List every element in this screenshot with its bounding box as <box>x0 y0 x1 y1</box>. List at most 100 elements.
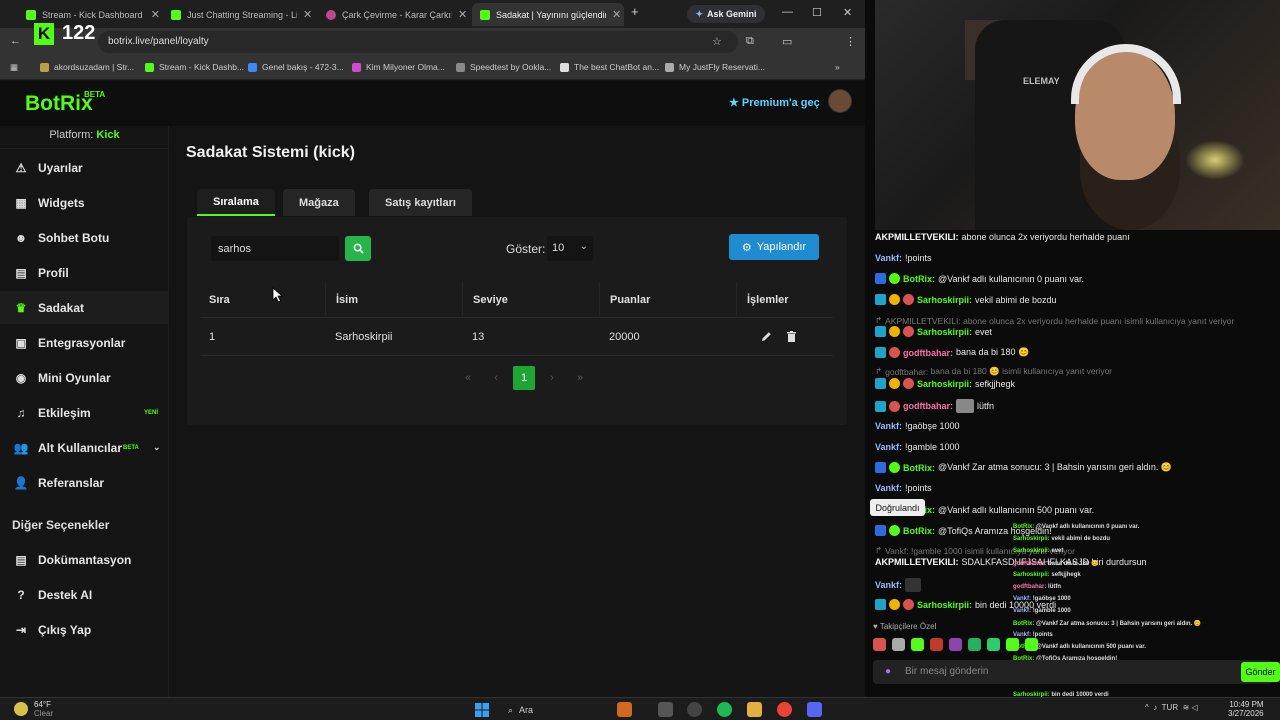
taskbar-search[interactable]: ⌕ Ara <box>500 701 600 719</box>
spotify-icon[interactable] <box>717 702 732 717</box>
tab-satis-kayitlari[interactable]: Satış kayıtları <box>369 189 472 216</box>
botrix-logo[interactable]: BotRix <box>25 92 93 116</box>
sidebar-item-referanslar[interactable]: 👤 Referanslar <box>0 466 169 499</box>
minimize-icon[interactable]: — <box>782 6 793 18</box>
cast-icon[interactable]: ▭ <box>782 35 792 48</box>
close-tab-icon[interactable]: ✕ <box>151 8 160 21</box>
file-explorer-icon[interactable] <box>747 702 762 717</box>
close-window-icon[interactable]: ✕ <box>843 6 852 19</box>
weather-widget[interactable]: 64°F Clear <box>34 700 53 718</box>
chat-message-input[interactable]: ● Bir mesaj gönderin <box>873 660 1273 684</box>
webcam-feed: ELEMAY <box>875 0 1280 230</box>
emote-bar <box>873 638 1038 651</box>
send-button[interactable]: Gönder <box>1241 662 1280 682</box>
column-header[interactable]: Puanlar <box>599 282 736 318</box>
bookmark-item[interactable]: My JustFly Reservati... <box>665 62 765 72</box>
emote-icon[interactable] <box>968 638 981 651</box>
verified-icon <box>889 273 900 284</box>
sidebar-item-uyarilar[interactable]: ⚠ Uyarılar <box>0 151 169 184</box>
page-size-select[interactable]: 10 ⌄ <box>547 236 593 261</box>
sidebar-item-dokumantasyon[interactable]: ▤ Dokümantasyon <box>0 543 169 576</box>
bookmark-item[interactable]: Stream - Kick Dashb... <box>145 62 244 72</box>
chat-reply-context: ↱ godftbahar: bana da bi 180 😊 isimli kul… <box>875 366 1113 377</box>
url-field[interactable]: botrix.live/panel/loyalty <box>98 31 738 53</box>
tab-magaza[interactable]: Mağaza <box>283 189 355 216</box>
search-input[interactable] <box>211 236 339 261</box>
chevron-up-icon[interactable]: ^ <box>1145 703 1149 712</box>
prev-page-button[interactable]: ‹ <box>485 366 507 390</box>
menu-dots-icon[interactable]: ⋮ <box>845 35 856 48</box>
clock[interactable]: 10:49 PM 3/27/2026 <box>1228 700 1264 718</box>
delete-trash-icon[interactable] <box>785 330 798 343</box>
more-bookmarks-icon[interactable]: » <box>835 62 840 72</box>
bookmark-item[interactable]: Speedtest by Ookla... <box>456 62 551 72</box>
sidebar-item-etkilesim[interactable]: ♫ Etkileşim YENİ <box>0 396 169 429</box>
back-icon[interactable]: ← <box>10 35 21 47</box>
bookmark-item[interactable]: Genel bakış - 472-3... <box>248 62 344 72</box>
browser-tab-cark-cevirme[interactable]: Çark Çevirme - Karar Çarkı! ✕ <box>318 3 468 26</box>
sidebar-item-sohbet-botu[interactable]: ☻ Sohbet Botu <box>0 221 169 254</box>
configure-button[interactable]: ⚙ Yapılandır <box>729 234 819 260</box>
extensions-icon[interactable]: ⧉ <box>746 35 754 48</box>
discord-icon[interactable] <box>807 702 822 717</box>
language-indicator[interactable]: TUR <box>1162 703 1178 712</box>
ask-gemini-button[interactable]: ✦ Ask Gemini <box>687 5 765 23</box>
taskbar-app-icon[interactable] <box>617 702 632 717</box>
edit-pencil-icon[interactable] <box>760 330 773 343</box>
sidebar-item-entegrasyonlar[interactable]: ▣ Entegrasyonlar <box>0 326 169 359</box>
bookmark-item[interactable]: The best ChatBot an... <box>560 62 659 72</box>
gemini-icon: ✦ <box>695 8 703 19</box>
search-button[interactable] <box>345 236 371 261</box>
task-view-icon[interactable] <box>658 702 673 717</box>
mic-icon[interactable]: ● <box>885 666 891 677</box>
maximize-icon[interactable]: ☐ <box>812 6 822 19</box>
chat-message: godftbahar: lütfn <box>875 399 994 413</box>
next-page-button[interactable]: › <box>541 366 563 390</box>
browser-tab-just-chatting[interactable]: Just Chatting Streaming - Live ✕ <box>163 3 313 26</box>
emote-icon[interactable] <box>1006 638 1019 651</box>
new-tab-icon[interactable]: + <box>631 4 639 19</box>
emote-icon[interactable] <box>1025 638 1038 651</box>
page-title: Sadakat Sistemi (kick) <box>186 144 355 161</box>
emote-icon[interactable] <box>892 638 905 651</box>
sidebar-item-destek-ai[interactable]: ? Destek AI <box>0 578 169 611</box>
premium-link[interactable]: ★ Premium'a geç <box>729 96 820 109</box>
tab-siralama[interactable]: Sıralama <box>197 189 275 216</box>
emote-icon[interactable] <box>911 638 924 651</box>
first-page-button[interactable]: « <box>457 366 479 390</box>
bookmark-favicon-icon <box>145 62 154 72</box>
sidebar-item-mini-oyunlar[interactable]: ◉ Mini Oyunlar <box>0 361 169 394</box>
obs-icon[interactable] <box>687 702 702 717</box>
column-header[interactable]: Seviye <box>462 282 599 318</box>
chat-reply-context: ↱ AKPMILLETVEKILI: abone olunca 2x veriyo… <box>875 315 1235 326</box>
bookmark-item[interactable]: Kim Milyoner Olma... <box>352 62 445 72</box>
sidebar-item-alt-kullanicilar[interactable]: 👥 Alt Kullanıcılar BETA ⌄ <box>0 431 169 464</box>
widgets-icon: ▦ <box>15 195 27 210</box>
close-tab-icon[interactable]: ✕ <box>458 8 467 21</box>
sidebar-item-cikis-yap[interactable]: ⇥ Çıkış Yap <box>0 613 169 646</box>
wifi-icon[interactable]: ≋ <box>1183 703 1190 712</box>
column-header[interactable]: Sıra <box>201 282 325 318</box>
avatar[interactable] <box>828 89 852 113</box>
chrome-icon[interactable] <box>777 702 792 717</box>
column-header[interactable]: İsim <box>325 282 462 318</box>
bookmark-item[interactable]: akordsuzadam | Str... <box>40 62 134 72</box>
emote-icon[interactable] <box>930 638 943 651</box>
close-tab-icon[interactable]: ✕ <box>612 8 621 21</box>
windows-start-icon[interactable] <box>475 703 489 717</box>
bookmark-star-icon[interactable]: ☆ <box>712 35 722 48</box>
sidebar-item-profil[interactable]: ▤ Profil <box>0 256 169 289</box>
page-1-button[interactable]: 1 <box>513 366 535 390</box>
apps-grid-icon[interactable]: ▦ <box>10 62 18 73</box>
emote-icon[interactable] <box>949 638 962 651</box>
viewer-count: 122 <box>62 22 96 44</box>
browser-tab-sadakat[interactable]: Sadakat | Yayınını güçlendirme ✕ <box>472 3 624 26</box>
volume-icon[interactable]: ◁ <box>1192 703 1198 712</box>
sidebar-item-sadakat[interactable]: ♛ Sadakat <box>0 291 169 324</box>
mic-tray-icon[interactable]: ♪ <box>1153 703 1157 712</box>
emote-icon[interactable] <box>873 638 886 651</box>
last-page-button[interactable]: » <box>569 366 591 390</box>
emote-icon[interactable] <box>987 638 1000 651</box>
close-tab-icon[interactable]: ✕ <box>303 8 312 21</box>
sidebar-item-widgets[interactable]: ▦ Widgets <box>0 186 169 219</box>
